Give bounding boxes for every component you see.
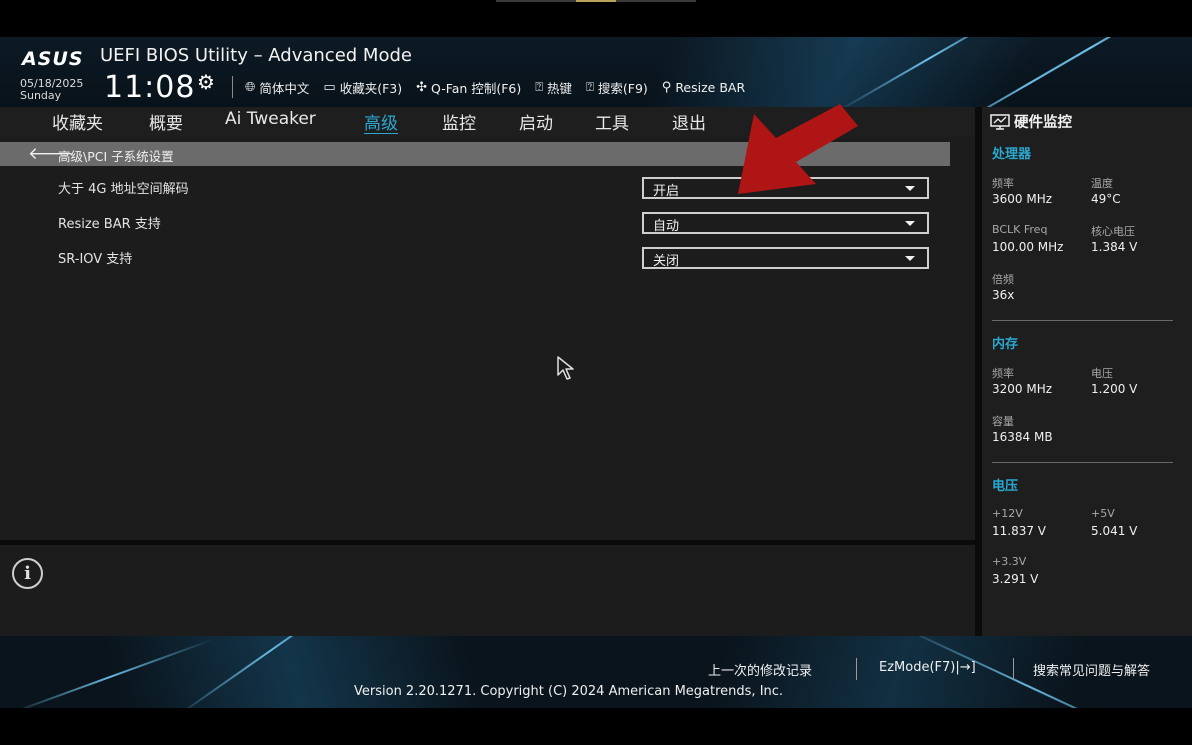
qfan-label: Q-Fan 控制(F6) (431, 80, 522, 96)
tab-advanced[interactable]: 高级 (364, 109, 398, 134)
hardware-monitor-panel: 硬件监控 处理器 频率 3600 MHz 温度 49°C BCLK Freq 1… (982, 107, 1192, 636)
monitor-divider-line (992, 462, 1173, 463)
bclk-label: BCLK Freq (992, 223, 1048, 236)
resize-bar-value: 自动 (653, 219, 680, 234)
v12-label: +12V (992, 507, 1023, 520)
tab-favorites[interactable]: 收藏夹 (52, 109, 103, 134)
tab-main[interactable]: 概要 (149, 109, 183, 134)
fan-icon: ✣ (416, 79, 428, 95)
help-icon: ⍰ (535, 79, 544, 95)
voltage-heading: 电压 (992, 479, 1019, 494)
tab-ai-tweaker[interactable]: Ai Tweaker (225, 109, 316, 129)
cpu-heading: 处理器 (992, 147, 1032, 162)
footer-separator (1013, 658, 1014, 680)
day-text: Sunday (20, 89, 62, 102)
help-info-panel: i (0, 545, 975, 636)
v5-label: +5V (1091, 507, 1115, 520)
mouse-cursor-icon (557, 356, 574, 380)
app-title: UEFI BIOS Utility – Advanced Mode (100, 45, 412, 66)
breadcrumb-path: 高级\PCI 子系统设置 (58, 149, 174, 164)
exit-arrow-icon: →] (959, 660, 976, 675)
hardware-monitor-title: 硬件监控 (990, 111, 1072, 132)
red-arrow-annotation-icon (738, 104, 858, 194)
gear-icon[interactable]: ⚙ (197, 70, 215, 94)
ratio-value: 36x (992, 288, 1015, 302)
search-label: 搜索(F9) (597, 80, 648, 96)
ezmode-button[interactable]: EzMode(F7)|→] (879, 660, 976, 675)
asus-logo: ASUS (22, 48, 84, 70)
bclk-value: 100.00 MHz (992, 240, 1064, 254)
search-faq-button[interactable]: 搜索常见问题与解答 (1033, 660, 1150, 679)
date-display: 05/18/2025 Sunday (20, 78, 83, 102)
mem-capacity-value: 16384 MB (992, 430, 1053, 444)
favorites-button[interactable]: ▭ 收藏夹(F3) (323, 77, 402, 97)
resize-bar-label: Resize BAR (675, 79, 746, 95)
help-icon: ⍰ (586, 79, 594, 95)
resize-bar-select[interactable]: 自动 (642, 212, 929, 234)
hotkeys-button[interactable]: ⍰ 热键 (535, 77, 572, 97)
last-modified-button[interactable]: 上一次的修改记录 (708, 660, 812, 679)
resize-bar-button[interactable]: ⚲ Resize BAR (662, 77, 745, 97)
top-letterbox (0, 0, 1192, 37)
sr-iov-select[interactable]: 关闭 (642, 247, 929, 269)
vcore-label: 核心电压 (1091, 225, 1135, 238)
globe-icon: 🌐︎ (245, 79, 256, 95)
setting-label-sr-iov: SR-IOV 支持 (58, 252, 133, 267)
info-icon: i (12, 558, 43, 589)
tab-exit[interactable]: 退出 (672, 109, 706, 134)
monitor-divider-line (992, 320, 1173, 321)
mem-freq-label: 频率 (992, 367, 1014, 380)
cpu-freq-label: 频率 (992, 177, 1014, 190)
mem-freq-value: 3200 MHz (992, 382, 1053, 396)
monitor-icon (990, 113, 1010, 130)
mem-volt-value: 1.200 V (1091, 382, 1138, 396)
top-strip (496, 0, 696, 2)
v33-label: +3.3V (992, 555, 1027, 568)
tab-monitor[interactable]: 监控 (442, 109, 476, 134)
hardware-monitor-label: 硬件监控 (1014, 115, 1072, 131)
ratio-label: 倍频 (992, 273, 1014, 286)
header-separator (232, 76, 233, 98)
tab-boot[interactable]: 启动 (519, 109, 553, 134)
setting-label-above-4g: 大于 4G 地址空间解码 (58, 182, 189, 197)
toolbar: 🌐︎ 简体中文 ▭ 收藏夹(F3) ✣ Q-Fan 控制(F6) ⍰ 热键 ⍰ … (245, 77, 745, 97)
cpu-temp-label: 温度 (1091, 177, 1113, 190)
mem-volt-label: 电压 (1091, 367, 1113, 380)
version-text: Version 2.20.1271. Copyright (C) 2024 Am… (354, 684, 784, 699)
v12-value: 11.837 V (992, 524, 1047, 538)
footer-bar: 上一次的修改记录 EzMode(F7)|→] 搜索常见问题与解答 Version… (0, 636, 1192, 708)
above-4g-decoding-value: 开启 (653, 184, 680, 199)
chevron-down-icon (905, 221, 915, 226)
ezmode-label: EzMode(F7)| (879, 660, 960, 675)
v33-value: 3.291 V (992, 572, 1039, 586)
bottom-letterbox (0, 708, 1192, 745)
favorites-label: 收藏夹(F3) (339, 80, 403, 96)
cpu-temp-value: 49°C (1091, 192, 1121, 206)
header-bar: ASUS UEFI BIOS Utility – Advanced Mode 0… (0, 37, 1192, 107)
language-button[interactable]: 🌐︎ 简体中文 (245, 77, 309, 97)
favorites-icon: ▭ (323, 79, 336, 95)
monitor-divider (975, 107, 982, 636)
chevron-down-icon (905, 256, 915, 261)
resize-bar-icon: ⚲ (661, 79, 672, 95)
setting-label-resize-bar: Resize BAR 支持 (58, 217, 161, 232)
language-label: 简体中文 (259, 80, 310, 96)
clock-display: 11:08 (104, 70, 196, 105)
vcore-value: 1.384 V (1091, 240, 1138, 254)
mem-capacity-label: 容量 (992, 415, 1014, 428)
search-button[interactable]: ⍰ 搜索(F9) (586, 77, 648, 97)
cpu-freq-value: 3600 MHz (992, 192, 1053, 206)
hotkeys-label: 热键 (547, 80, 573, 96)
sr-iov-value: 关闭 (653, 254, 680, 269)
qfan-button[interactable]: ✣ Q-Fan 控制(F6) (416, 77, 521, 97)
chevron-down-icon (905, 186, 915, 191)
memory-heading: 内存 (992, 337, 1019, 352)
v5-value: 5.041 V (1091, 524, 1138, 538)
footer-separator (856, 658, 857, 680)
tab-tool[interactable]: 工具 (595, 109, 629, 134)
